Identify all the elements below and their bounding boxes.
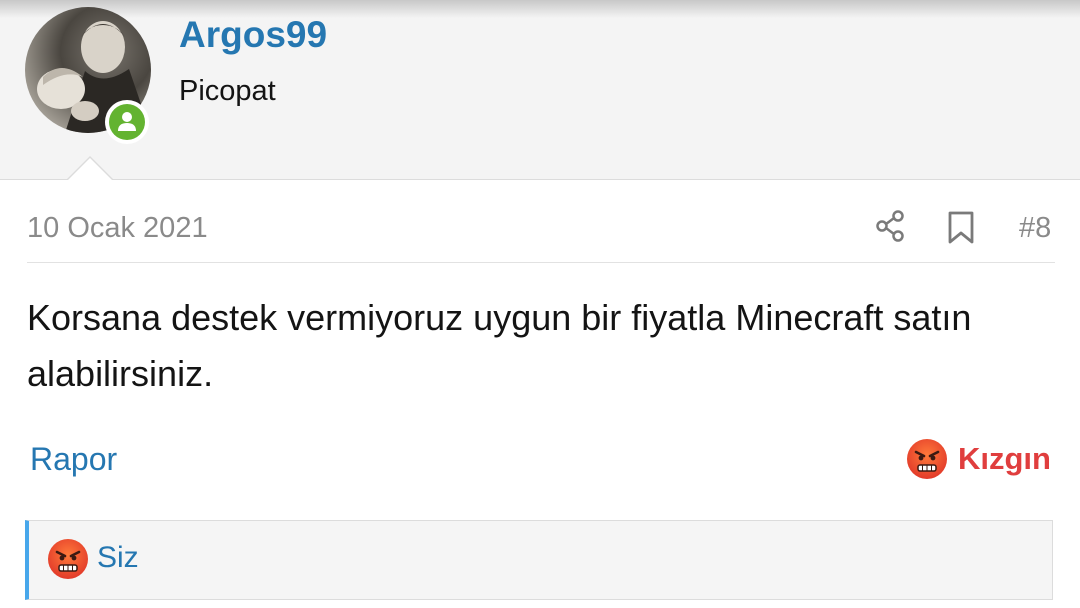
report-link[interactable]: Rapor xyxy=(30,441,117,478)
reactions-bar[interactable]: Siz xyxy=(25,520,1053,600)
user-header: Argos99 Picopat xyxy=(0,0,1080,180)
share-icon xyxy=(876,210,904,242)
online-status-badge xyxy=(105,100,149,144)
username-link[interactable]: Argos99 xyxy=(179,14,327,56)
status-bar-shadow xyxy=(0,0,1080,18)
post-body: Korsana destek vermiyoruz uygun bir fiya… xyxy=(27,297,972,394)
angry-face-icon xyxy=(48,539,88,579)
reactions-bar-emoji xyxy=(47,538,89,585)
reaction-button[interactable]: Kızgın xyxy=(906,436,1051,482)
share-button[interactable] xyxy=(874,209,908,248)
reaction-label: Kızgın xyxy=(958,441,1051,476)
post-header-divider xyxy=(27,262,1055,263)
post-date[interactable]: 10 Ocak 2021 xyxy=(27,212,208,245)
reactor-link[interactable]: Siz xyxy=(97,541,139,575)
post-number-link[interactable]: #8 xyxy=(1019,212,1051,245)
user-title: Picopat xyxy=(179,75,276,107)
header-pointer-fill xyxy=(68,158,112,180)
angry-face-icon xyxy=(907,439,947,479)
bookmark-icon xyxy=(948,211,974,244)
bookmark-button[interactable] xyxy=(946,210,976,251)
online-user-icon xyxy=(118,112,136,131)
